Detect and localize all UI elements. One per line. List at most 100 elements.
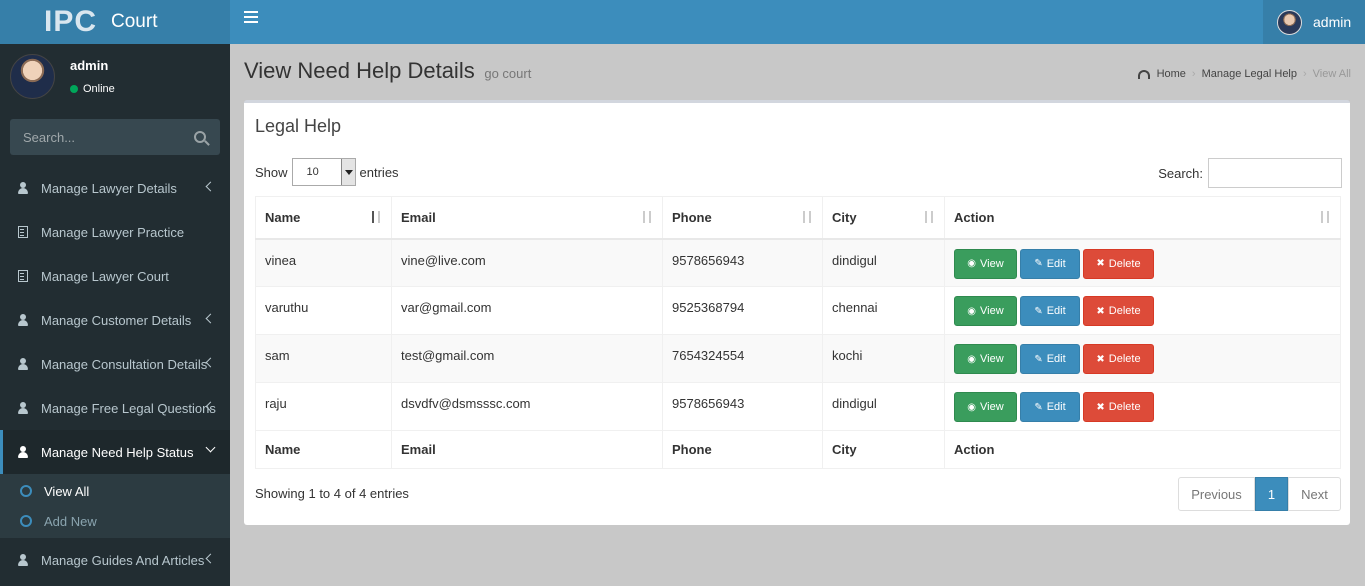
logo-short: IPC xyxy=(44,5,98,38)
cell-city: kochi xyxy=(822,334,945,383)
page-size-select[interactable]: 10 xyxy=(291,158,356,186)
box-title: Legal Help xyxy=(255,116,342,136)
column-header-name[interactable]: Name xyxy=(255,196,392,240)
sidebar-search-input[interactable] xyxy=(10,129,180,145)
user-icon xyxy=(18,358,28,370)
entries-length-control: Show 10 entries xyxy=(255,158,399,186)
cell-phone: 9578656943 xyxy=(662,382,823,431)
user-name: admin xyxy=(70,58,109,73)
breadcrumb-separator: › xyxy=(1191,68,1196,80)
view-button[interactable]: ◉ View xyxy=(954,344,1017,374)
sidebar-menu: Manage Lawyer Details Manage Lawyer Prac… xyxy=(0,166,230,582)
chevron-down-icon xyxy=(205,442,216,453)
dropdown-arrow-icon xyxy=(340,159,355,185)
breadcrumb-home[interactable]: Home xyxy=(1157,68,1186,80)
user-icon xyxy=(18,182,28,194)
eye-icon: ◉ xyxy=(967,353,977,365)
footer-header-action: Action xyxy=(944,430,1341,469)
next-page-button[interactable]: Next xyxy=(1288,477,1341,511)
page-subtitle: go court xyxy=(484,66,532,81)
dashboard-icon xyxy=(1137,69,1150,79)
user-status: Online xyxy=(70,83,115,95)
edit-icon: ✎ xyxy=(1034,353,1043,365)
cell-city: chennai xyxy=(822,286,945,335)
search-label: Search: xyxy=(1158,165,1203,181)
column-header-city[interactable]: City xyxy=(822,196,945,240)
sidebar-item-label: Manage Free Legal Questions xyxy=(41,400,216,416)
cell-phone: 9525368794 xyxy=(662,286,823,335)
view-button[interactable]: ◉ View xyxy=(954,296,1017,326)
edit-icon: ✎ xyxy=(1034,258,1043,269)
circle-icon xyxy=(20,515,32,527)
table-info: Showing 1 to 4 of 4 entries xyxy=(255,486,409,501)
eye-icon: ◉ xyxy=(967,401,977,413)
building-icon xyxy=(18,270,28,282)
edit-button[interactable]: ✎ Edit xyxy=(1020,392,1080,422)
sidebar-item-customer-details[interactable]: Manage Customer Details xyxy=(0,298,230,342)
cell-action: ◉ View ✎ Edit ✖ Delete xyxy=(944,238,1341,287)
column-header-action[interactable]: Action xyxy=(944,196,1341,240)
cell-email: dsvdfv@dsmsssc.com xyxy=(391,382,663,431)
edit-button[interactable]: ✎ Edit xyxy=(1020,248,1080,279)
delete-button[interactable]: ✖ Delete xyxy=(1083,392,1154,422)
page-title: View Need Help Details xyxy=(244,58,475,83)
close-icon: ✖ xyxy=(1096,258,1105,269)
show-label: Show xyxy=(255,164,288,180)
eye-icon: ◉ xyxy=(967,305,977,317)
sidebar-search xyxy=(10,119,220,155)
user-panel: admin Online xyxy=(0,44,230,110)
page-size-value: 10 xyxy=(306,166,319,178)
sidebar-item-need-help-status[interactable]: Manage Need Help Status xyxy=(0,430,230,474)
close-icon: ✖ xyxy=(1096,401,1105,413)
previous-page-button[interactable]: Previous xyxy=(1178,477,1255,511)
pagination: Previous 1 Next xyxy=(1178,477,1341,511)
sidebar-item-lawyer-details[interactable]: Manage Lawyer Details xyxy=(0,166,230,210)
column-header-email[interactable]: Email xyxy=(391,196,663,240)
eye-icon: ◉ xyxy=(967,258,977,269)
close-icon: ✖ xyxy=(1096,353,1105,365)
circle-icon xyxy=(20,485,32,497)
table-row: vinea vine@live.com 9578656943 dindigul … xyxy=(255,238,1341,287)
sidebar-item-label: Manage Consultation Details xyxy=(41,356,208,372)
sidebar: admin Online Manage Lawyer Details Manag… xyxy=(0,44,230,586)
cell-city: dindigul xyxy=(822,238,945,287)
submenu-item-view-all[interactable]: View All xyxy=(0,476,230,506)
sidebar-item-label: Manage Guides And Articles xyxy=(41,552,205,568)
breadcrumb-separator: › xyxy=(1303,68,1307,80)
column-header-phone[interactable]: Phone xyxy=(662,196,823,240)
edit-button[interactable]: ✎ Edit xyxy=(1020,296,1080,326)
breadcrumb-manage-legal-help[interactable]: Manage Legal Help xyxy=(1202,68,1297,80)
user-icon xyxy=(18,554,28,566)
sidebar-item-lawyer-court[interactable]: Manage Lawyer Court xyxy=(0,254,230,298)
delete-button[interactable]: ✖ Delete xyxy=(1083,248,1154,279)
delete-button[interactable]: ✖ Delete xyxy=(1083,344,1154,374)
sidebar-item-free-legal-questions[interactable]: Manage Free Legal Questions xyxy=(0,386,230,430)
view-button[interactable]: ◉ View xyxy=(954,248,1017,279)
view-button[interactable]: ◉ View xyxy=(954,392,1017,422)
user-menu-name: admin xyxy=(1313,14,1352,30)
user-avatar xyxy=(10,54,55,99)
cell-name: vinea xyxy=(255,238,392,287)
table-search-input[interactable] xyxy=(1208,158,1342,188)
sort-desc-icon xyxy=(370,211,382,223)
sidebar-item-lawyer-practice[interactable]: Manage Lawyer Practice xyxy=(0,210,230,254)
delete-button[interactable]: ✖ Delete xyxy=(1083,296,1154,326)
sidebar-item-guides-articles[interactable]: Manage Guides And Articles xyxy=(0,538,230,582)
sidebar-item-label: Manage Customer Details xyxy=(41,312,192,328)
submenu-item-add-new[interactable]: Add New xyxy=(0,506,230,536)
footer-header-city: City xyxy=(822,430,945,469)
table-footer-row: Name Email Phone City Action xyxy=(255,430,1341,469)
sidebar-item-consultation-details[interactable]: Manage Consultation Details xyxy=(0,342,230,386)
online-status-icon xyxy=(70,85,78,93)
sidebar-item-label: Manage Need Help Status xyxy=(41,444,194,460)
sidebar-item-label: Manage Lawyer Practice xyxy=(41,224,185,240)
page-1-button[interactable]: 1 xyxy=(1255,477,1288,511)
edit-button[interactable]: ✎ Edit xyxy=(1020,344,1080,374)
app-logo[interactable]: IPC Court xyxy=(0,0,230,44)
user-menu[interactable]: admin xyxy=(1263,0,1365,44)
search-icon[interactable] xyxy=(194,131,206,143)
sidebar-toggle-icon[interactable] xyxy=(244,11,258,23)
legal-help-box: Legal Help Show 10 entries Search: Name … xyxy=(244,100,1350,525)
edit-icon: ✎ xyxy=(1034,401,1043,413)
cell-phone: 9578656943 xyxy=(662,238,823,287)
